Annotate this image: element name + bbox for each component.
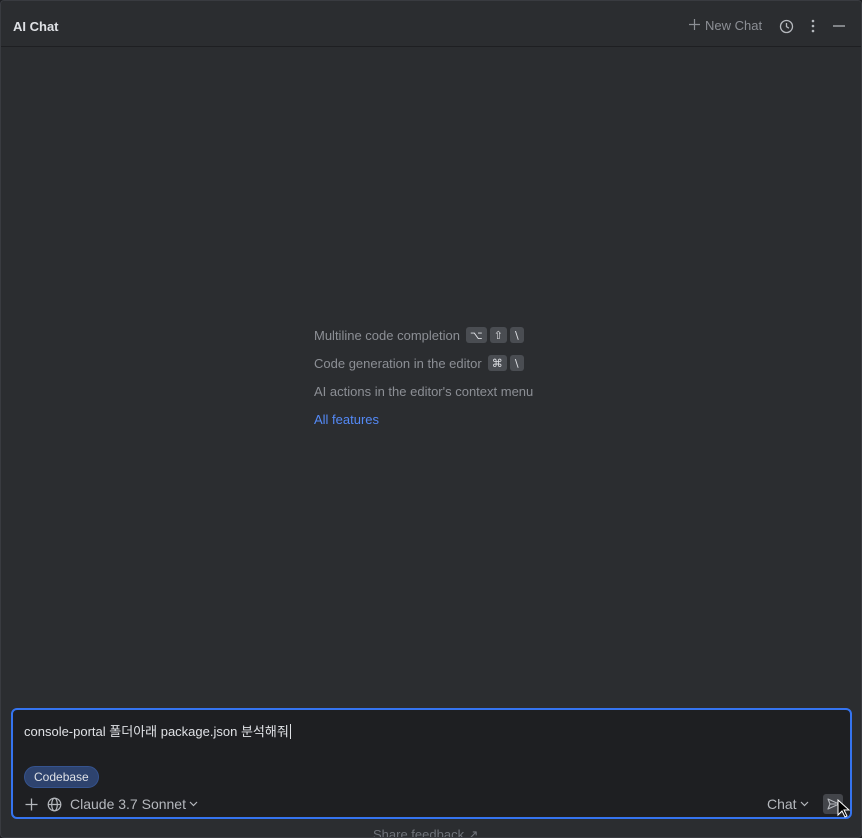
chat-input-value: console-portal 폴더아래 package.json 분석해줘 — [24, 724, 289, 739]
chat-input[interactable]: console-portal 폴더아래 package.json 분석해줘 — [24, 721, 291, 740]
mode-label: Chat — [767, 796, 797, 812]
globe-icon[interactable] — [46, 796, 62, 812]
command-key: ⌘ — [487, 355, 507, 371]
tip-multiline-completion: Multiline code completion ⌥ ⇧ \ — [314, 321, 533, 349]
chevron-down-icon — [189, 801, 198, 807]
plus-icon — [688, 18, 701, 33]
tip-label: AI actions in the editor's context menu — [314, 383, 534, 399]
tip-code-generation: Code generation in the editor ⌘ \ — [314, 349, 533, 377]
input-toolbar: Claude 3.7 Sonnet Chat — [13, 794, 850, 816]
new-chat-label: New Chat — [705, 18, 763, 33]
all-features-link[interactable]: All features — [314, 412, 379, 427]
share-feedback-link[interactable]: Share feedback ↗ — [373, 827, 479, 837]
more-icon[interactable] — [804, 17, 822, 35]
tip-label: Multiline code completion — [314, 327, 460, 343]
shift-key: ⇧ — [489, 327, 507, 343]
shortcut-keys: ⌥ ⇧ \ — [465, 327, 524, 343]
tip-label: Code generation in the editor — [314, 355, 482, 371]
history-icon[interactable] — [777, 17, 795, 35]
text-caret — [289, 724, 291, 739]
chat-input-box[interactable]: console-portal 폴더아래 package.json 분석해줘 Co… — [11, 708, 852, 819]
mode-selector[interactable]: Chat — [767, 796, 809, 812]
new-chat-button[interactable]: New Chat — [688, 18, 762, 33]
minimize-icon[interactable] — [830, 17, 848, 35]
model-label: Claude 3.7 Sonnet — [70, 796, 186, 812]
model-selector[interactable]: Claude 3.7 Sonnet — [70, 796, 198, 812]
backslash-key: \ — [509, 327, 524, 343]
context-chip-codebase[interactable]: Codebase — [24, 766, 99, 788]
option-key: ⌥ — [465, 327, 487, 343]
panel-title: AI Chat — [13, 19, 59, 34]
add-context-icon[interactable] — [23, 796, 39, 812]
shortcut-keys: ⌘ \ — [487, 355, 524, 371]
backslash-key: \ — [509, 355, 524, 371]
chevron-down-icon — [800, 801, 809, 807]
chat-header: AI Chat New Chat — [1, 7, 861, 47]
feature-tips: Multiline code completion ⌥ ⇧ \ Code gen… — [314, 321, 533, 433]
tip-ai-actions: AI actions in the editor's context menu — [314, 377, 533, 405]
all-features-row: All features — [314, 405, 533, 433]
mouse-pointer-icon — [837, 799, 851, 818]
ai-chat-window: AI Chat New Chat Multiline code completi… — [0, 0, 862, 838]
